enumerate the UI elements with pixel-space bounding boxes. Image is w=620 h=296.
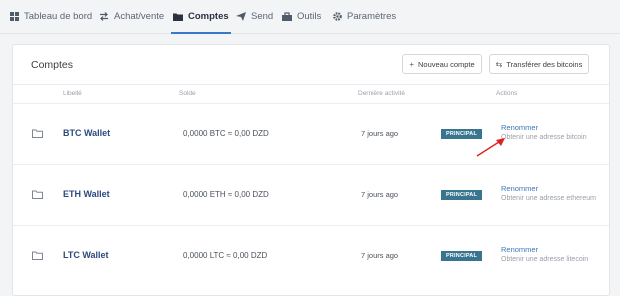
new-account-button[interactable]: + Nouveau compte	[402, 54, 482, 74]
top-navigation: Tableau de bord Achat/vente Comptes Send…	[0, 0, 620, 34]
folder-icon	[173, 12, 183, 21]
column-last-activity: Dernière activité	[358, 90, 405, 97]
panel-title: Comptes	[31, 59, 74, 71]
get-address-link[interactable]: Obtenir une adresse ethereum	[501, 195, 596, 202]
nav-settings[interactable]: Paramètres	[333, 0, 396, 33]
rename-link[interactable]: Renommer	[501, 123, 538, 132]
table-row: ETH Wallet 0,0000 ETH ≈ 0,00 DZD 7 jours…	[13, 164, 609, 225]
table-row: BTC Wallet 0,0000 BTC ≈ 0,00 DZD 7 jours…	[13, 103, 609, 164]
column-label: Libellé	[63, 90, 82, 97]
transfer-bitcoins-button[interactable]: ⇆ Transférer des bitcoins	[489, 54, 589, 74]
new-account-label: Nouveau compte	[417, 59, 475, 69]
rename-link[interactable]: Renommer	[501, 184, 538, 193]
annotation-arrow-icon	[476, 138, 505, 157]
transfer-icon: ⇆	[495, 59, 503, 69]
nav-send-label: Send	[251, 11, 274, 22]
rename-link[interactable]: Renommer	[501, 245, 538, 254]
table-row: LTC Wallet 0,0000 LTC ≈ 0,00 DZD 7 jours…	[13, 225, 609, 286]
primary-badge: PRINCIPAL	[441, 190, 483, 200]
send-icon	[236, 12, 246, 21]
folder-icon	[32, 125, 43, 143]
nav-buy-sell-label: Achat/vente	[114, 11, 165, 22]
account-balance: 0,0000 BTC ≈ 0,00 DZD	[183, 129, 269, 138]
account-balance: 0,0000 LTC ≈ 0,00 DZD	[183, 251, 268, 260]
column-actions: Actions	[496, 90, 518, 97]
get-address-link[interactable]: Obtenir une adresse bitcoin	[501, 134, 587, 141]
folder-icon	[32, 186, 43, 204]
gear-icon	[333, 12, 342, 21]
nav-accounts[interactable]: Comptes	[171, 0, 231, 34]
account-name[interactable]: ETH Wallet	[63, 189, 110, 199]
account-last-activity: 7 jours ago	[361, 190, 399, 199]
transfer-label: Transférer des bitcoins	[506, 59, 583, 69]
nav-dashboard-label: Tableau de bord	[24, 11, 93, 22]
get-address-link[interactable]: Obtenir une adresse litecoin	[501, 256, 588, 263]
column-balance: Solde	[179, 90, 196, 97]
plus-icon: +	[409, 59, 414, 69]
nav-settings-label: Paramètres	[347, 11, 397, 22]
nav-tools-label: Outils	[297, 11, 322, 22]
account-name[interactable]: BTC Wallet	[63, 128, 110, 138]
account-balance: 0,0000 ETH ≈ 0,00 DZD	[183, 190, 269, 199]
toolbox-icon	[282, 12, 292, 21]
nav-buy-sell[interactable]: Achat/vente	[99, 0, 164, 33]
accounts-panel: Comptes + Nouveau compte ⇆ Transférer de…	[12, 44, 610, 296]
primary-badge: PRINCIPAL	[441, 251, 483, 261]
nav-accounts-label: Comptes	[188, 11, 229, 22]
account-last-activity: 7 jours ago	[361, 251, 399, 260]
exchange-icon	[99, 12, 109, 21]
account-name[interactable]: LTC Wallet	[63, 250, 109, 260]
nav-dashboard[interactable]: Tableau de bord	[10, 0, 92, 33]
nav-tools[interactable]: Outils	[282, 0, 321, 33]
dashboard-icon	[10, 12, 19, 21]
accounts-panel-header: Comptes + Nouveau compte ⇆ Transférer de…	[13, 45, 609, 85]
nav-send[interactable]: Send	[236, 0, 273, 33]
folder-icon	[32, 247, 43, 265]
account-last-activity: 7 jours ago	[361, 129, 399, 138]
